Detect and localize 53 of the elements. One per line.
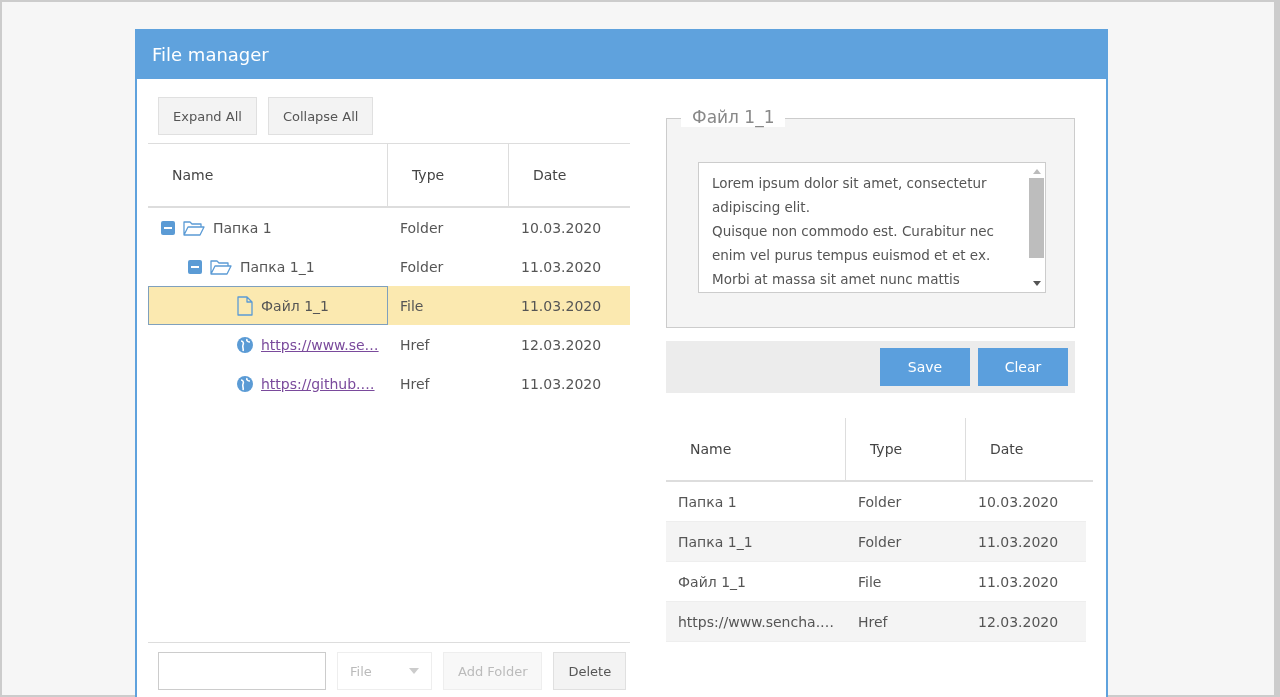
table-cell-text: Folder — [857, 532, 903, 552]
window-title: File manager — [152, 43, 269, 65]
column-header[interactable]: Date — [966, 418, 1093, 480]
column-header[interactable]: Date — [509, 144, 630, 206]
column-header[interactable]: Name — [666, 418, 846, 480]
tree-node-label: Папка 1 — [213, 219, 272, 236]
table-cell-text: Folder — [399, 218, 445, 238]
table-cell-text: Folder — [857, 492, 903, 512]
tree-row[interactable]: Файл 1_1 File 11.03.2020 — [148, 286, 630, 325]
folder-icon — [210, 258, 232, 275]
tree-row[interactable]: https://www.se… Href 12.03.2020 — [148, 325, 630, 364]
globe-icon — [237, 336, 253, 353]
minus-icon[interactable] — [188, 259, 202, 274]
column-header[interactable]: Name — [148, 144, 388, 206]
minus-icon[interactable] — [161, 220, 175, 235]
globe-icon — [237, 375, 253, 392]
table-cell-text: 11.03.2020 — [520, 374, 603, 394]
tree-node-label: Файл 1_1 — [261, 297, 329, 314]
toolbar-button[interactable]: Expand All — [158, 97, 257, 135]
table-cell-text: 12.03.2020 — [977, 612, 1060, 632]
table-cell-text: Файл 1_1 — [677, 572, 747, 592]
tree-link[interactable]: https://www.se… — [261, 336, 379, 353]
tree-node-label: Папка 1_1 — [240, 258, 315, 275]
table-cell-text: Папка 1_1 — [677, 532, 754, 552]
name-input-field[interactable] — [158, 652, 326, 690]
table-cell-text: 10.03.2020 — [977, 492, 1060, 512]
document-icon — [237, 295, 253, 316]
toolbar-button[interactable]: Delete — [553, 652, 627, 690]
table-cell-text: 11.03.2020 — [977, 572, 1060, 592]
table-cell-text: https://www.sencha.… — [677, 612, 836, 632]
fieldset-legend: Файл 1_1 — [681, 107, 785, 127]
table-cell-text: 12.03.2020 — [520, 335, 603, 355]
column-header[interactable]: Type — [388, 144, 509, 206]
text-area[interactable]: Lorem ipsum dolor sit amet, consectetur adipiscing elit. Quisque non commodo est. Curabitur nec enim vel purus tempus euismod et et ex. Morbi at massa sit amet nunc mattis — [698, 162, 1046, 293]
table-cell-text: File — [399, 296, 425, 316]
column-header[interactable]: Type — [846, 418, 966, 480]
tree-row[interactable]: https://github.… Href 11.03.2020 — [148, 364, 630, 403]
table-cell-text: Папка 1 — [677, 492, 738, 512]
table-cell-text: Href — [399, 335, 431, 355]
folder-icon — [183, 219, 205, 236]
table-cell-text: 11.03.2020 — [520, 296, 603, 316]
table-cell-text: 11.03.2020 — [520, 257, 603, 277]
table-cell-text: Href — [399, 374, 431, 394]
table-cell-text: File — [857, 572, 883, 592]
toolbar-button[interactable]: Collapse All — [267, 97, 374, 135]
tree-link[interactable]: https://github.… — [261, 375, 375, 392]
caret-icon — [409, 668, 419, 674]
tree-row[interactable]: Папка 1 Folder 10.03.2020 — [148, 208, 630, 247]
table-cell-text: 10.03.2020 — [520, 218, 603, 238]
tree-row[interactable]: Папка 1_1 Folder 11.03.2020 — [148, 247, 630, 286]
table-cell-text: 11.03.2020 — [977, 532, 1060, 552]
table-cell-text: Href — [857, 612, 889, 632]
table-cell-text: Folder — [399, 257, 445, 277]
